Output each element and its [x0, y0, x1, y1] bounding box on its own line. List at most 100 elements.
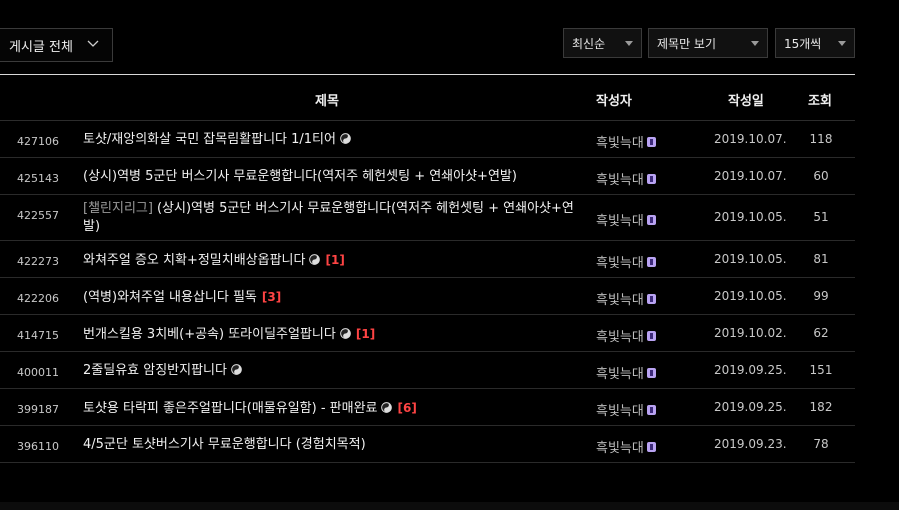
- table-row: 422273 와쳐주얼 증오 치확+정밀치배상옵팝니다 [1] 흑빛늑대 2019.10…: [0, 241, 855, 278]
- article-title-cell: 번개스킬용 3치베(+공속) 또라이딜주얼팝니다 [1]: [83, 325, 583, 344]
- post-date: 2019.09.23.: [714, 437, 787, 451]
- article-list-header: 제목 작성자 작성일 조회: [0, 74, 855, 121]
- post-date: 2019.10.05.: [714, 289, 787, 303]
- view-count: 51: [813, 210, 829, 224]
- article-title-link[interactable]: 토샷/재앙의화살 국민 잡목림활팝니다 1/1티어: [83, 132, 336, 147]
- caret-down-icon: [838, 41, 846, 46]
- author-cell[interactable]: 흑빛늑대: [596, 363, 656, 382]
- author-cell[interactable]: 흑빛늑대: [596, 400, 656, 419]
- view-count: 81: [813, 252, 829, 266]
- column-title: 제목: [315, 94, 339, 109]
- post-date: 2019.09.25.: [714, 363, 787, 377]
- table-row: 427106 토샷/재앙의화살 국민 잡목림활팝니다 1/1티어 흑빛늑대 2019.…: [0, 121, 855, 158]
- table-row: 399187 토샷용 타락피 좋은주얼팝니다(매물유일함) - 판매완료 [6] 흑빛…: [0, 389, 855, 426]
- filter-bar: 게시글 전체 최신순 제목만 보기 15개씩: [0, 28, 855, 64]
- author-cell[interactable]: 흑빛늑대: [596, 252, 656, 271]
- view-count: 151: [809, 363, 833, 377]
- sort-select-label: 최신순: [572, 36, 606, 51]
- yin-yang-icon: [231, 364, 242, 375]
- author-name: 흑빛늑대: [596, 330, 644, 345]
- article-number: 425143: [17, 172, 59, 185]
- article-title-cell: 2줄딜유효 암징반지팝니다: [83, 362, 583, 380]
- article-title-link[interactable]: 4/5군단 토샷버스기사 무료운행합니다 (경험치목적): [83, 437, 366, 452]
- chevron-down-icon: [87, 40, 99, 47]
- author-name: 흑빛늑대: [596, 367, 644, 382]
- caret-down-icon: [751, 41, 759, 46]
- sort-select[interactable]: 최신순: [563, 28, 642, 58]
- article-title-cell: (상시)역병 5군단 버스기사 무료운행합니다(역저주 헤헌셋팅 + 연쇄아샷+…: [83, 168, 583, 186]
- view-count: 118: [809, 132, 833, 146]
- comment-count[interactable]: [1]: [356, 327, 375, 341]
- column-date: 작성일: [728, 94, 764, 109]
- board-filter-dropdown[interactable]: 게시글 전체: [0, 28, 113, 62]
- author-name: 흑빛늑대: [596, 441, 644, 456]
- view-mode-label: 제목만 보기: [657, 36, 717, 51]
- author-name: 흑빛늑대: [596, 173, 644, 188]
- author-cell[interactable]: 흑빛늑대: [596, 326, 656, 345]
- view-count: 182: [809, 400, 833, 414]
- member-level-icon: [646, 404, 656, 415]
- article-title-link[interactable]: 2줄딜유효 암징반지팝니다: [83, 363, 227, 378]
- article-title-link[interactable]: (역병)와쳐주얼 내용삽니다 필독: [83, 290, 257, 305]
- article-title-cell: [챌린지리그] (상시)역병 5군단 버스기사 무료운행합니다(역저주 헤헌셋팅 …: [83, 200, 583, 236]
- article-title-link[interactable]: (상시)역병 5군단 버스기사 무료운행합니다(역저주 헤헌셋팅 + 연쇄아샷+…: [83, 169, 517, 184]
- author-name: 흑빛늑대: [596, 214, 644, 229]
- author-cell[interactable]: 흑빛늑대: [596, 437, 656, 456]
- article-title-link[interactable]: 번개스킬용 3치베(+공속) 또라이딜주얼팝니다: [83, 327, 336, 342]
- article-category-prefix[interactable]: [챌린지리그]: [83, 201, 153, 216]
- author-cell[interactable]: 흑빛늑대: [596, 210, 656, 229]
- author-name: 흑빛늑대: [596, 256, 644, 271]
- page-size-select[interactable]: 15개씩: [775, 28, 855, 58]
- board-filter-label: 게시글 전체: [9, 39, 73, 55]
- yin-yang-icon: [309, 254, 321, 265]
- comment-count[interactable]: [6]: [397, 401, 416, 415]
- article-title-cell: (역병)와쳐주얼 내용삽니다 필독 [3]: [83, 288, 583, 307]
- member-level-icon: [646, 330, 656, 341]
- article-number: 422206: [17, 292, 59, 305]
- table-row: 422557 [챌린지리그] (상시)역병 5군단 버스기사 무료운행합니다(역저주…: [0, 195, 855, 241]
- caret-down-icon: [625, 41, 633, 46]
- column-author: 작성자: [596, 94, 632, 109]
- page-size-label: 15개씩: [784, 36, 822, 51]
- article-title-link[interactable]: 와쳐주얼 증오 치확+정밀치배상옵팝니다: [83, 253, 305, 268]
- member-level-icon: [646, 293, 656, 304]
- comment-count[interactable]: [1]: [325, 253, 344, 267]
- column-views: 조회: [808, 94, 832, 109]
- author-cell[interactable]: 흑빛늑대: [596, 289, 656, 308]
- yin-yang-icon: [381, 402, 393, 413]
- article-title-link[interactable]: 토샷용 타락피 좋은주얼팝니다(매물유일함) - 판매완료: [83, 401, 377, 416]
- author-cell[interactable]: 흑빛늑대: [596, 169, 656, 188]
- post-date: 2019.10.05.: [714, 210, 787, 224]
- article-number: 422273: [17, 255, 59, 268]
- article-title-cell: 토샷용 타락피 좋은주얼팝니다(매물유일함) - 판매완료 [6]: [83, 399, 583, 418]
- member-level-icon: [646, 173, 656, 184]
- table-row: 414715 번개스킬용 3치베(+공속) 또라이딜주얼팝니다 [1] 흑빛늑대 201…: [0, 315, 855, 352]
- view-mode-select[interactable]: 제목만 보기: [648, 28, 768, 58]
- table-row: 422206 (역병)와쳐주얼 내용삽니다 필독 [3] 흑빛늑대 2019.10.05…: [0, 278, 855, 315]
- post-date: 2019.10.07.: [714, 169, 787, 183]
- article-number: 414715: [17, 329, 59, 342]
- article-number: 422557: [17, 209, 59, 222]
- bottom-divider: [0, 502, 899, 510]
- article-number: 396110: [17, 440, 59, 453]
- view-count: 78: [813, 437, 829, 451]
- view-count: 60: [813, 169, 829, 183]
- member-level-icon: [646, 214, 656, 225]
- view-count: 99: [813, 289, 829, 303]
- article-number: 427106: [17, 135, 59, 148]
- article-title-cell: 토샷/재앙의화살 국민 잡목림활팝니다 1/1티어: [83, 131, 583, 149]
- post-date: 2019.10.05.: [714, 252, 787, 266]
- author-name: 흑빛늑대: [596, 404, 644, 419]
- view-count: 62: [813, 326, 829, 340]
- article-title-cell: 4/5군단 토샷버스기사 무료운행합니다 (경험치목적): [83, 436, 583, 454]
- author-cell[interactable]: 흑빛늑대: [596, 132, 656, 151]
- article-rows: 427106 토샷/재앙의화살 국민 잡목림활팝니다 1/1티어 흑빛늑대 2019.…: [0, 121, 855, 463]
- post-date: 2019.10.07.: [714, 132, 787, 146]
- table-row: 396110 4/5군단 토샷버스기사 무료운행합니다 (경험치목적) 흑빛늑대 20…: [0, 426, 855, 463]
- article-title-cell: 와쳐주얼 증오 치확+정밀치배상옵팝니다 [1]: [83, 251, 583, 270]
- article-title-link[interactable]: (상시)역병 5군단 버스기사 무료운행합니다(역저주 헤헌셋팅 + 연쇄아샷+…: [83, 201, 574, 234]
- table-row: 400011 2줄딜유효 암징반지팝니다 흑빛늑대 2019.09.25. 151: [0, 352, 855, 389]
- comment-count[interactable]: [3]: [262, 290, 281, 304]
- member-level-icon: [646, 441, 656, 452]
- post-date: 2019.09.25.: [714, 400, 787, 414]
